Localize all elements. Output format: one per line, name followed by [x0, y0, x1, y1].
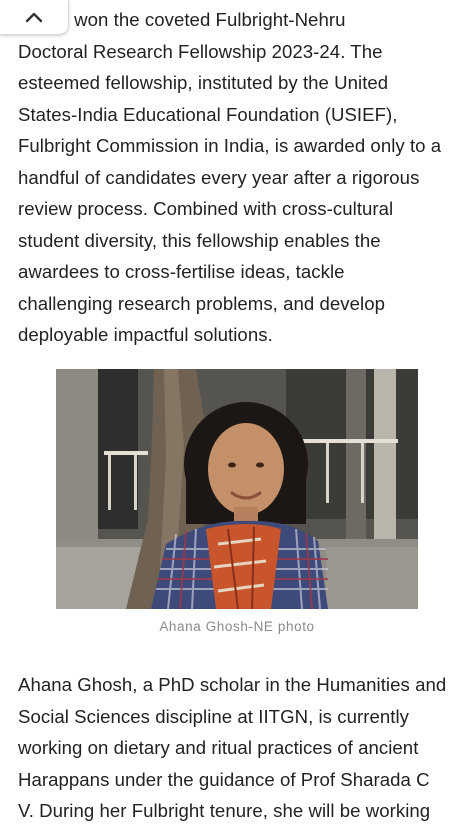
article-photo [56, 369, 418, 609]
photo-caption: Ahana Ghosh-NE photo [159, 619, 315, 634]
chevron-up-icon [24, 10, 44, 24]
article-paragraph: , have won the coveted Fulbright-Nehru D… [18, 9, 442, 345]
collapse-button[interactable] [0, 0, 69, 35]
article-paragraph: Ahana Ghosh, a PhD scholar in the Humani… [18, 674, 447, 821]
